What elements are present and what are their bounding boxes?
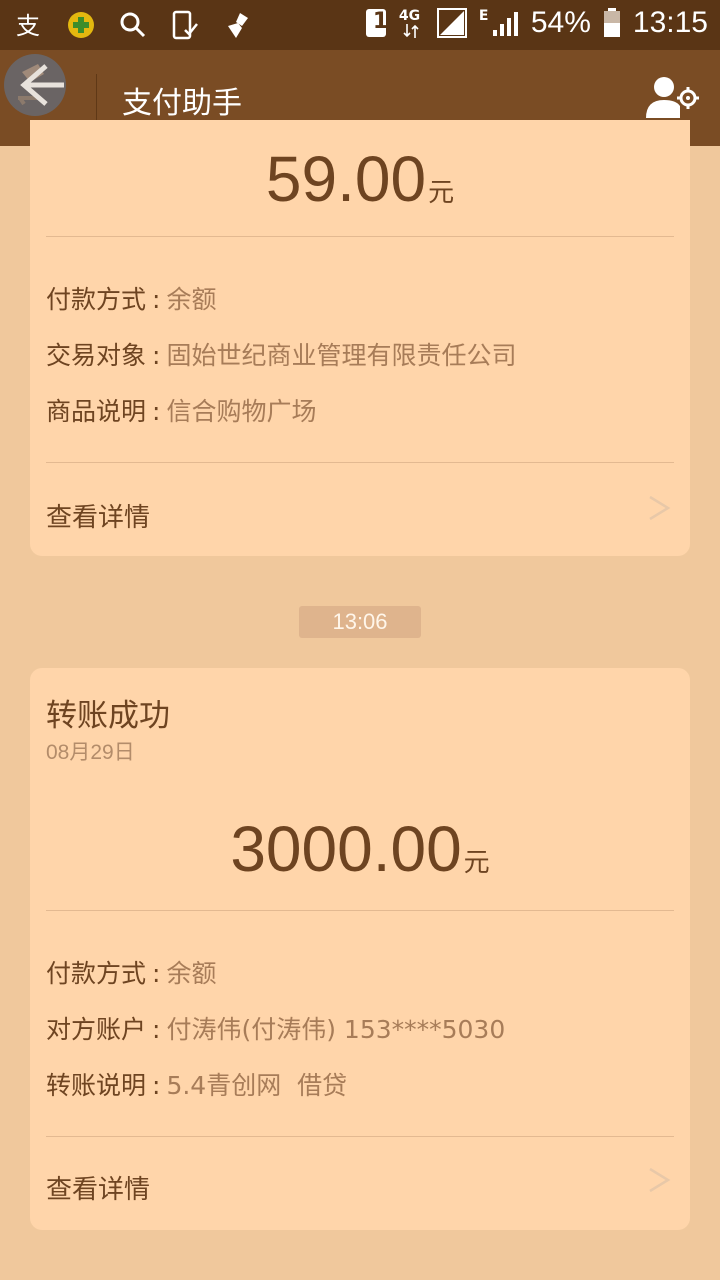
battery-percent: 54% — [530, 6, 591, 39]
time-divider: 13:06 — [299, 606, 421, 638]
info-row-payment-method: 付款方式: 余额 — [46, 285, 217, 314]
chevron-right-icon — [649, 1167, 671, 1193]
health-plus-icon — [66, 8, 96, 42]
row-label: 商品说明 — [46, 397, 147, 426]
view-details-button[interactable]: 查看详情 — [30, 1137, 690, 1230]
payment-card: 59.00元 付款方式: 余额 交易对象: 固始世纪商业管理有限责任公司 商品说明:… — [30, 120, 690, 556]
info-row-payment-method: 付款方式: 余额 — [46, 959, 217, 988]
network-secondary-label: E — [478, 8, 489, 24]
svg-text:支: 支 — [16, 12, 40, 40]
view-details-label: 查看详情 — [46, 503, 151, 533]
network-label: 4G — [398, 8, 421, 24]
transfer-amount: 3000.00元 — [30, 812, 690, 886]
amount-unit: 元 — [428, 178, 455, 208]
row-value: 固始世纪商业管理有限责任公司 — [166, 341, 517, 370]
info-row-goods-description: 商品说明: 信合购物广场 — [46, 397, 317, 426]
status-bar: 支 1 4G E 54% 13:15 — [0, 0, 720, 50]
info-row-counterparty: 交易对象: 固始世纪商业管理有限责任公司 — [46, 341, 517, 370]
payment-amount: 59.00元 — [30, 142, 690, 216]
row-label: 转账说明 — [46, 1071, 147, 1100]
back-button[interactable] — [4, 54, 66, 116]
card-divider — [46, 910, 674, 911]
row-label: 对方账户 — [46, 1015, 147, 1044]
search-icon — [118, 8, 148, 42]
broom-icon — [222, 8, 252, 42]
toolbar-divider — [96, 74, 97, 122]
card-title: 转账成功 — [46, 698, 170, 734]
info-row-transfer-note: 转账说明:5.4青创网 借贷 — [46, 1071, 348, 1100]
signal-sim1-icon — [436, 8, 467, 38]
card-divider — [46, 236, 674, 237]
view-details-label: 查看详情 — [46, 1175, 151, 1205]
sim-slot-label: 1 — [372, 9, 389, 34]
row-value: 余额 — [166, 285, 217, 314]
phone-check-icon — [170, 8, 200, 42]
row-value: 5.4青创网 借贷 — [166, 1071, 348, 1100]
amount-value: 59.00 — [265, 143, 427, 215]
user-settings-icon — [646, 77, 699, 118]
chevron-right-icon — [649, 495, 671, 521]
info-row-recipient-account: 对方账户: 付涛伟(付涛伟) 153****5030 — [46, 1015, 506, 1044]
network-indicator: 4G — [399, 6, 425, 40]
alipay-icon: 支 — [14, 8, 44, 42]
signal-bars-icon — [492, 12, 518, 36]
amount-value: 3000.00 — [230, 813, 462, 885]
row-value: 付涛伟(付涛伟) 153****5030 — [166, 1015, 506, 1044]
battery-icon — [603, 8, 620, 37]
contact-settings-button[interactable] — [644, 74, 700, 122]
amount-unit: 元 — [463, 848, 490, 878]
signal-sim2: E — [479, 6, 519, 40]
clock: 13:15 — [632, 6, 708, 39]
card-date: 08月29日 — [46, 741, 135, 764]
transfer-card: 转账成功 08月29日 3000.00元 付款方式: 余额 对方账户: 付涛伟(付涛… — [30, 668, 690, 1230]
page-title: 支付助手 — [122, 86, 242, 121]
row-label: 交易对象 — [46, 341, 147, 370]
row-label: 付款方式 — [46, 285, 147, 314]
row-label: 付款方式 — [46, 959, 147, 988]
row-value: 信合购物广场 — [166, 397, 317, 426]
view-details-button[interactable]: 查看详情 — [30, 463, 690, 556]
back-arrow-icon — [18, 64, 64, 106]
row-value: 余额 — [166, 959, 217, 988]
